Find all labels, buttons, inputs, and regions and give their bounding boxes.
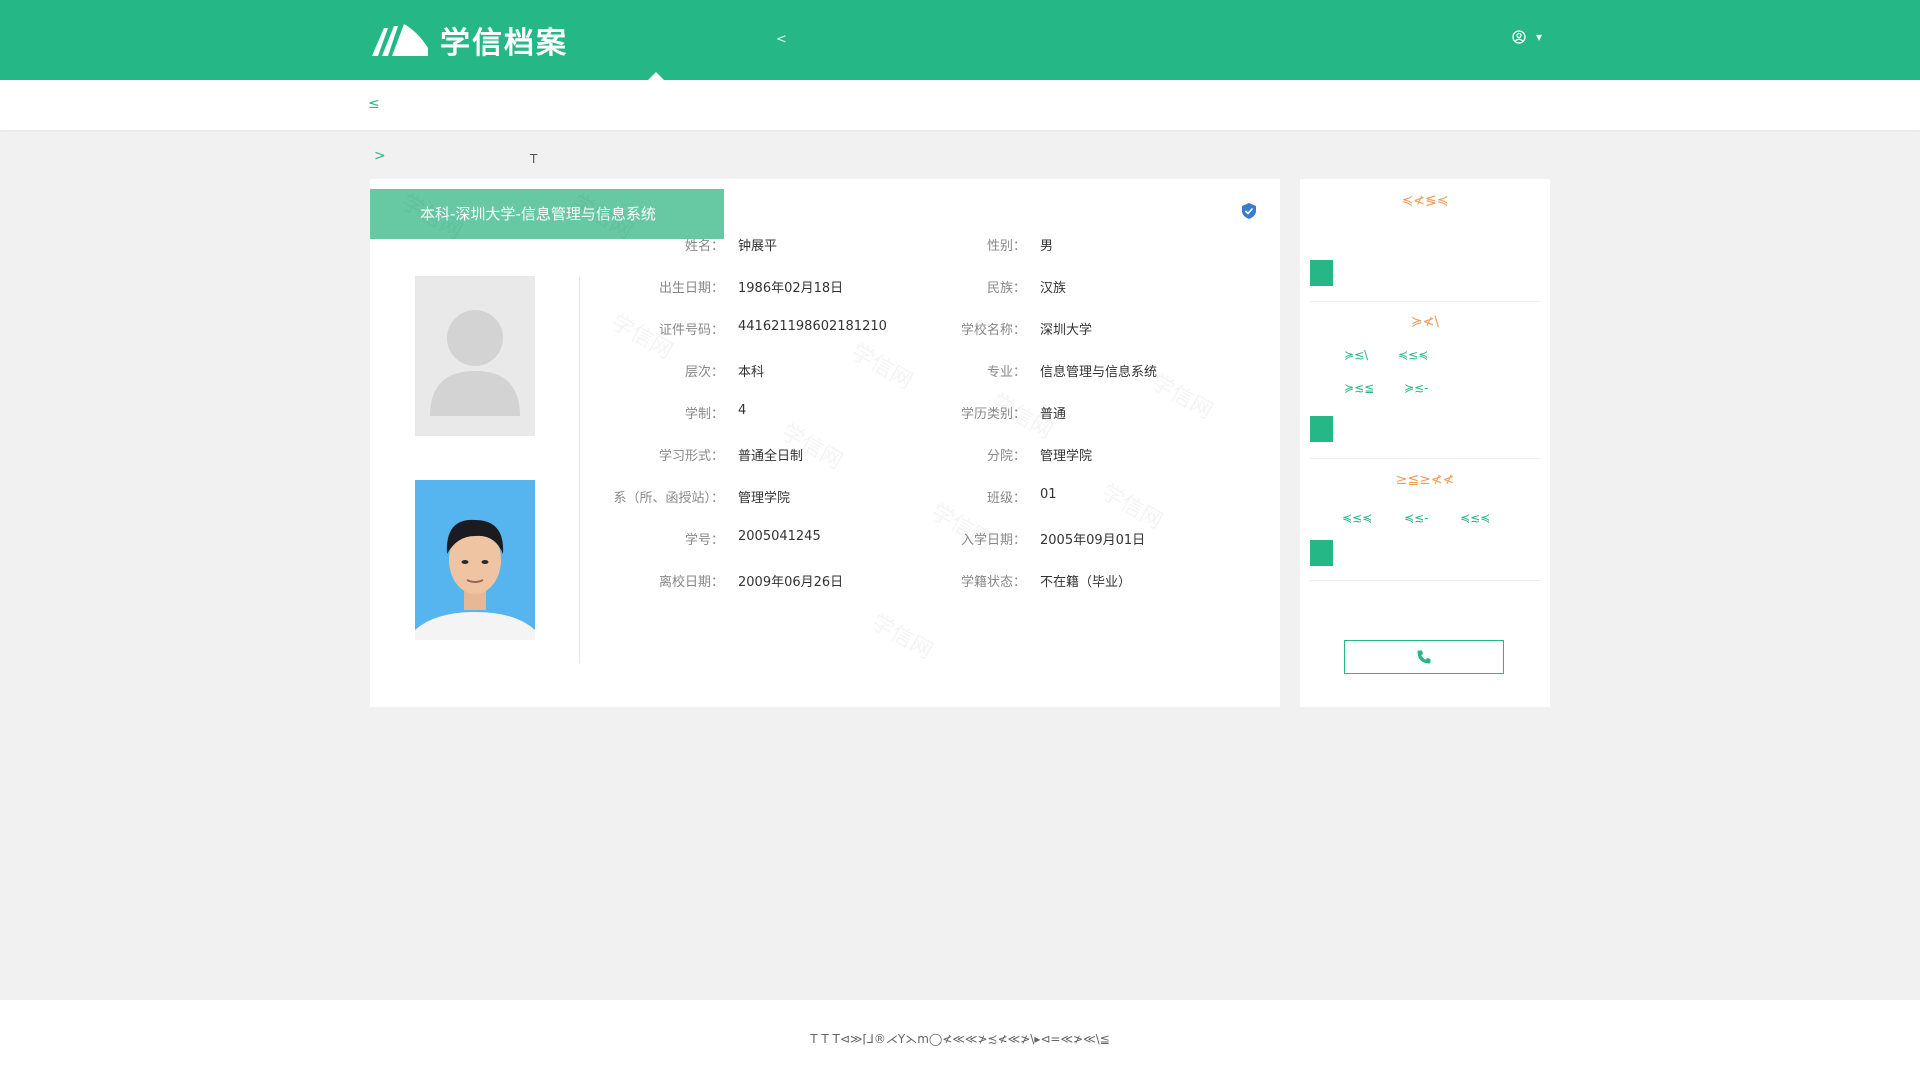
- field-label: 专业：: [986, 365, 1026, 380]
- divider: [1310, 580, 1540, 581]
- field-value: 01: [1040, 487, 1057, 502]
- record-title: 本科-深圳大学-信息管理与信息系统: [370, 189, 724, 239]
- field-label: 系（所、函授站）：: [613, 491, 724, 506]
- footer-text: T T T⊲≫⌈⅃®⋌Y⋋m◯≮≪≪≯≾≮≪≯\▸⊲=≪≯≪\≦: [810, 1032, 1110, 1046]
- sidebar-badge: [1310, 540, 1333, 566]
- field-value: 2005年09月01日: [1040, 533, 1146, 548]
- sidebar-link[interactable]: ≼≲≼: [1460, 511, 1490, 525]
- logo[interactable]: 学信档案: [370, 18, 568, 62]
- field-value: 钟展平: [738, 239, 778, 254]
- field-label: 学号：: [684, 533, 724, 548]
- sidebar-link[interactable]: ≼≲≼: [1398, 348, 1428, 362]
- field-label: 性别：: [986, 239, 1026, 254]
- field-value: 2009年06月26日: [738, 575, 844, 590]
- field-value: 1986年02月18日: [738, 281, 844, 296]
- breadcrumb-arrow[interactable]: >: [374, 148, 386, 164]
- field-value: 普通: [1040, 407, 1067, 422]
- active-nav-indicator: [648, 72, 664, 80]
- divider: [1310, 458, 1540, 459]
- field-value: 管理学院: [1040, 449, 1093, 464]
- phone-icon: [1417, 650, 1431, 664]
- sidebar-link[interactable]: ≽≲-: [1404, 381, 1428, 395]
- field-value: 管理学院: [738, 491, 791, 506]
- watermark: 学信网: [1146, 365, 1219, 426]
- field-label: 证件号码：: [658, 323, 724, 338]
- field-value: 不在籍（毕业）: [1040, 575, 1132, 590]
- sidebar-link[interactable]: ≼≲≼: [1342, 511, 1372, 525]
- field-label: 班级：: [986, 491, 1026, 506]
- field-value: 本科: [738, 365, 765, 380]
- field-label: 学籍状态：: [960, 575, 1026, 590]
- field-label: 学历类别：: [960, 407, 1026, 422]
- user-menu[interactable]: ▾: [1512, 30, 1542, 44]
- field-label: 层次：: [684, 365, 724, 380]
- watermark: 学信网: [1096, 475, 1169, 536]
- logo-text: 学信档案: [440, 26, 568, 61]
- chevron-down-icon: ▾: [1536, 30, 1543, 44]
- sidebar-badge: [1310, 260, 1333, 286]
- person-silhouette-icon: [430, 310, 520, 416]
- sub-navbar: [0, 80, 1920, 130]
- field-label: 学制：: [684, 407, 724, 422]
- field-value: 441621198602181210: [738, 319, 887, 334]
- logo-mark-icon: [372, 24, 428, 56]
- field-label: 民族：: [986, 281, 1026, 296]
- field-label: 出生日期：: [658, 281, 724, 296]
- field-label: 分院：: [986, 449, 1026, 464]
- sidebar-link[interactable]: ≽≲≦: [1344, 381, 1374, 395]
- sidebar-link[interactable]: ≼≲-: [1404, 511, 1428, 525]
- nav-item[interactable]: <: [776, 32, 787, 47]
- divider: [579, 277, 580, 663]
- student-record-card: 本科-深圳大学-信息管理与信息系统 姓名： 钟展平出生日期： 1986年02月18日…: [370, 179, 1280, 707]
- field-value: 汉族: [1040, 281, 1067, 296]
- field-label: 学校名称：: [960, 323, 1026, 338]
- field-value: 2005041245: [738, 529, 821, 544]
- subnav-item[interactable]: ≤: [368, 96, 380, 112]
- field-label: 离校日期：: [658, 575, 724, 590]
- field-value: 深圳大学: [1040, 323, 1093, 338]
- top-navbar: 学信档案 < ▾: [0, 0, 1920, 80]
- divider: [1310, 301, 1540, 302]
- breadcrumb-tail: T: [530, 152, 538, 166]
- sidebar-section-title: ≽≮\: [1410, 314, 1440, 330]
- watermark: 学信网: [846, 335, 919, 396]
- field-value: 普通全日制: [738, 449, 804, 464]
- sidebar-badge: [1310, 416, 1333, 442]
- user-icon: [1512, 30, 1526, 44]
- field-value: 男: [1040, 239, 1054, 254]
- phone-button[interactable]: [1344, 640, 1504, 674]
- verified-shield-icon: [1242, 203, 1256, 219]
- field-label: 姓名：: [684, 239, 724, 254]
- student-photo: [415, 480, 535, 640]
- sidebar-section-title: ≥≦≥≮≮: [1395, 472, 1455, 488]
- avatar-placeholder: [415, 276, 535, 436]
- field-value: 信息管理与信息系统: [1040, 365, 1158, 380]
- field-label: 入学日期：: [960, 533, 1026, 548]
- sidebar-section-title: ≼≮≶≼: [1401, 193, 1449, 209]
- footer: T T T⊲≫⌈⅃®⋌Y⋋m◯≮≪≪≯≾≮≪≯\▸⊲=≪≯≪\≦: [0, 1000, 1920, 1080]
- field-label: 学习形式：: [658, 449, 724, 464]
- watermark: 学信网: [866, 605, 939, 666]
- field-value: 4: [738, 403, 747, 418]
- sidebar-card: ≼≮≶≼ ≽≮\ ≽≲\ ≼≲≼ ≽≲≦ ≽≲- ≥≦≥≮≮ ≼≲≼ ≼≲- ≼…: [1300, 179, 1550, 707]
- sidebar-link[interactable]: ≽≲\: [1344, 348, 1368, 362]
